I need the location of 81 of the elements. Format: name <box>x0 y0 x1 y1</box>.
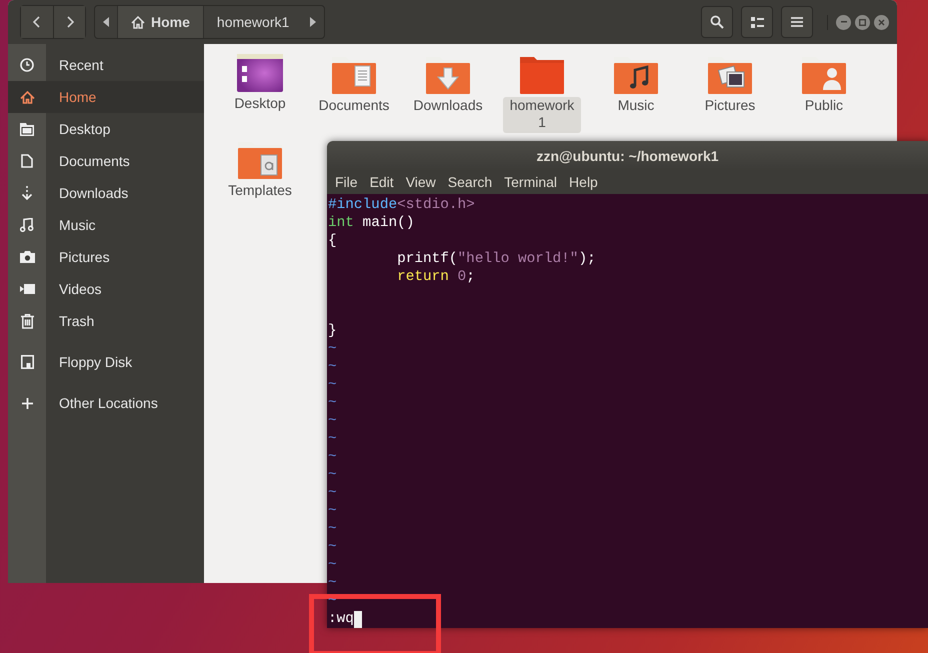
sidebar-item[interactable]: Music <box>8 209 204 241</box>
folder-item[interactable]: Templates <box>216 139 304 201</box>
home-icon <box>131 16 145 28</box>
menu-button[interactable] <box>781 6 813 38</box>
empty-line-marker: ~ <box>327 484 338 502</box>
command-line: :wq <box>328 610 354 628</box>
sidebar-item[interactable]: Documents <box>8 145 204 177</box>
folder-item[interactable]: Documents <box>310 54 398 133</box>
sidebar-item[interactable]: Videos <box>8 273 204 305</box>
folder-item[interactable]: Downloads <box>404 54 492 133</box>
clock-icon <box>20 58 34 72</box>
camera-icon <box>20 251 34 263</box>
folder-item[interactable]: Public <box>780 54 868 133</box>
menu-icon <box>791 17 803 27</box>
sidebar-item[interactable]: Other Locations <box>8 387 204 419</box>
minimize-button[interactable] <box>836 14 851 30</box>
sidebar-item[interactable]: Home <box>8 81 204 113</box>
forward-button[interactable] <box>53 6 85 38</box>
code-line: int main() <box>327 214 416 232</box>
search-icon <box>710 15 724 29</box>
chevron-left-icon <box>33 16 41 28</box>
path-button[interactable]: Home <box>117 6 203 38</box>
close-button[interactable] <box>874 14 889 30</box>
code-line: } <box>327 322 338 340</box>
code-line: #include<stdio.h> <box>327 196 476 214</box>
download-icon <box>21 186 33 200</box>
empty-line-marker: ~ <box>327 574 338 592</box>
empty-line-marker: ~ <box>327 556 338 574</box>
code-line: { <box>327 232 338 250</box>
menu-item[interactable]: Edit <box>364 170 400 194</box>
close-icon <box>878 18 885 26</box>
sidebar-item[interactable]: Floppy Disk <box>8 346 204 378</box>
text-cursor <box>354 610 362 628</box>
empty-line-marker: ~ <box>327 448 338 466</box>
folder-icon <box>20 122 34 136</box>
empty-line-marker: ~ <box>327 466 338 484</box>
sidebar-item[interactable]: Recent <box>8 49 204 81</box>
empty-line-marker: ~ <box>327 376 338 394</box>
search-button[interactable] <box>701 6 733 38</box>
trash-icon <box>20 314 34 328</box>
video-camera-icon <box>20 284 34 294</box>
empty-line-marker: ~ <box>327 412 338 430</box>
menu-item[interactable]: Search <box>442 170 498 194</box>
path-button[interactable]: homework1 <box>202 6 302 38</box>
empty-line-marker: ~ <box>327 394 338 412</box>
window-title: zzn@ubuntu: ~/homework1 <box>536 148 719 164</box>
plus-icon <box>22 398 32 408</box>
code-line: return 0; <box>396 268 476 286</box>
folder-icon <box>519 54 565 94</box>
menu-item[interactable]: Terminal <box>498 170 564 194</box>
empty-line-marker: ~ <box>327 538 338 556</box>
folder-item[interactable]: Music <box>592 54 680 133</box>
maximize-icon <box>859 18 866 26</box>
music-note-icon <box>20 218 34 232</box>
chevron-right-icon <box>66 16 74 28</box>
folder-item[interactable]: Desktop <box>216 54 304 133</box>
folder-item[interactable]: Pictures <box>686 54 774 133</box>
sidebar-item[interactable]: Pictures <box>8 241 204 273</box>
empty-line-marker: ~ <box>327 520 338 538</box>
menu-item[interactable]: View <box>400 170 442 194</box>
menu-item[interactable]: File <box>329 170 364 194</box>
sidebar-item[interactable]: Downloads <box>8 177 204 209</box>
maximize-button[interactable] <box>855 14 870 30</box>
sidebar-item[interactable]: Trash <box>8 305 204 337</box>
empty-line-marker: ~ <box>327 502 338 520</box>
empty-line-marker: ~ <box>327 340 338 358</box>
list-view-icon <box>750 16 764 28</box>
empty-line-marker: ~ <box>327 430 338 448</box>
desktop-folder-icon <box>237 54 283 92</box>
document-icon <box>21 154 33 168</box>
menu-item[interactable]: Help <box>563 170 604 194</box>
back-button[interactable] <box>21 6 53 38</box>
code-line: printf("hello world!"); <box>396 250 597 268</box>
empty-line-marker: ~ <box>327 358 338 376</box>
triangle-right-icon <box>310 17 316 27</box>
home-icon <box>20 90 34 104</box>
folder-item[interactable]: homework1 <box>498 54 586 133</box>
sidebar-item[interactable]: Desktop <box>8 113 204 145</box>
view-options-button[interactable] <box>741 6 773 38</box>
minimize-icon <box>840 21 846 23</box>
triangle-left-icon <box>103 17 109 27</box>
